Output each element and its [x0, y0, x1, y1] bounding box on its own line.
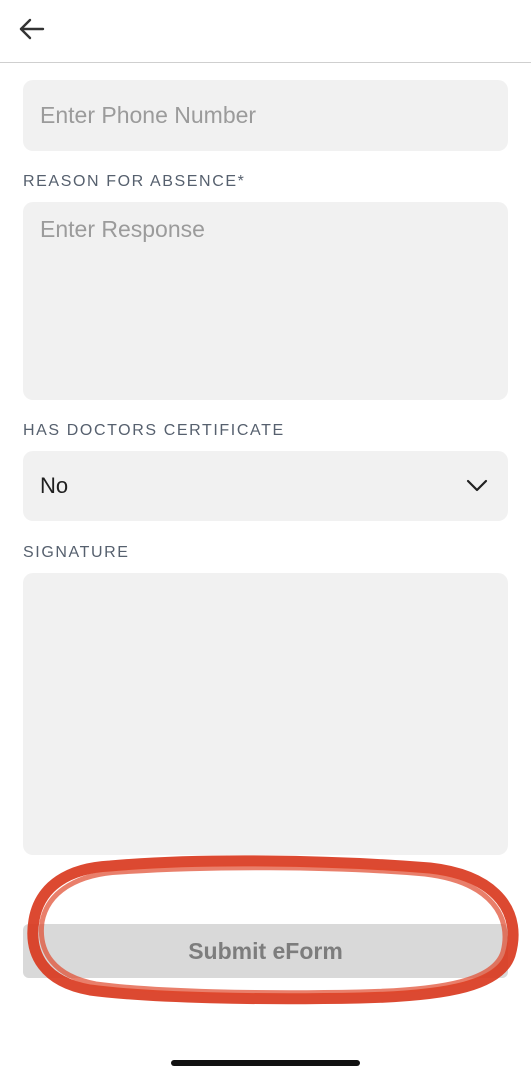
doctors-certificate-value: No — [40, 473, 69, 498]
annotation-circle — [27, 855, 519, 1005]
submit-eform-button[interactable]: Submit eForm — [23, 924, 508, 978]
signature-label: SIGNATURE — [23, 544, 130, 561]
reason-textarea[interactable] — [23, 202, 508, 400]
doctors-certificate-label: HAS DOCTORS CERTIFICATE — [23, 422, 285, 439]
chevron-down-icon — [466, 479, 488, 492]
reason-field-container — [23, 202, 508, 400]
phone-input[interactable] — [23, 80, 508, 151]
doctors-certificate-select[interactable]: No — [23, 451, 508, 521]
top-bar — [0, 0, 531, 63]
arrow-left-icon — [19, 18, 45, 40]
signature-pad[interactable] — [23, 573, 508, 855]
reason-label: REASON FOR ABSENCE* — [23, 173, 246, 190]
phone-field-container — [23, 80, 508, 151]
home-indicator — [171, 1060, 360, 1066]
back-button[interactable] — [14, 12, 48, 46]
